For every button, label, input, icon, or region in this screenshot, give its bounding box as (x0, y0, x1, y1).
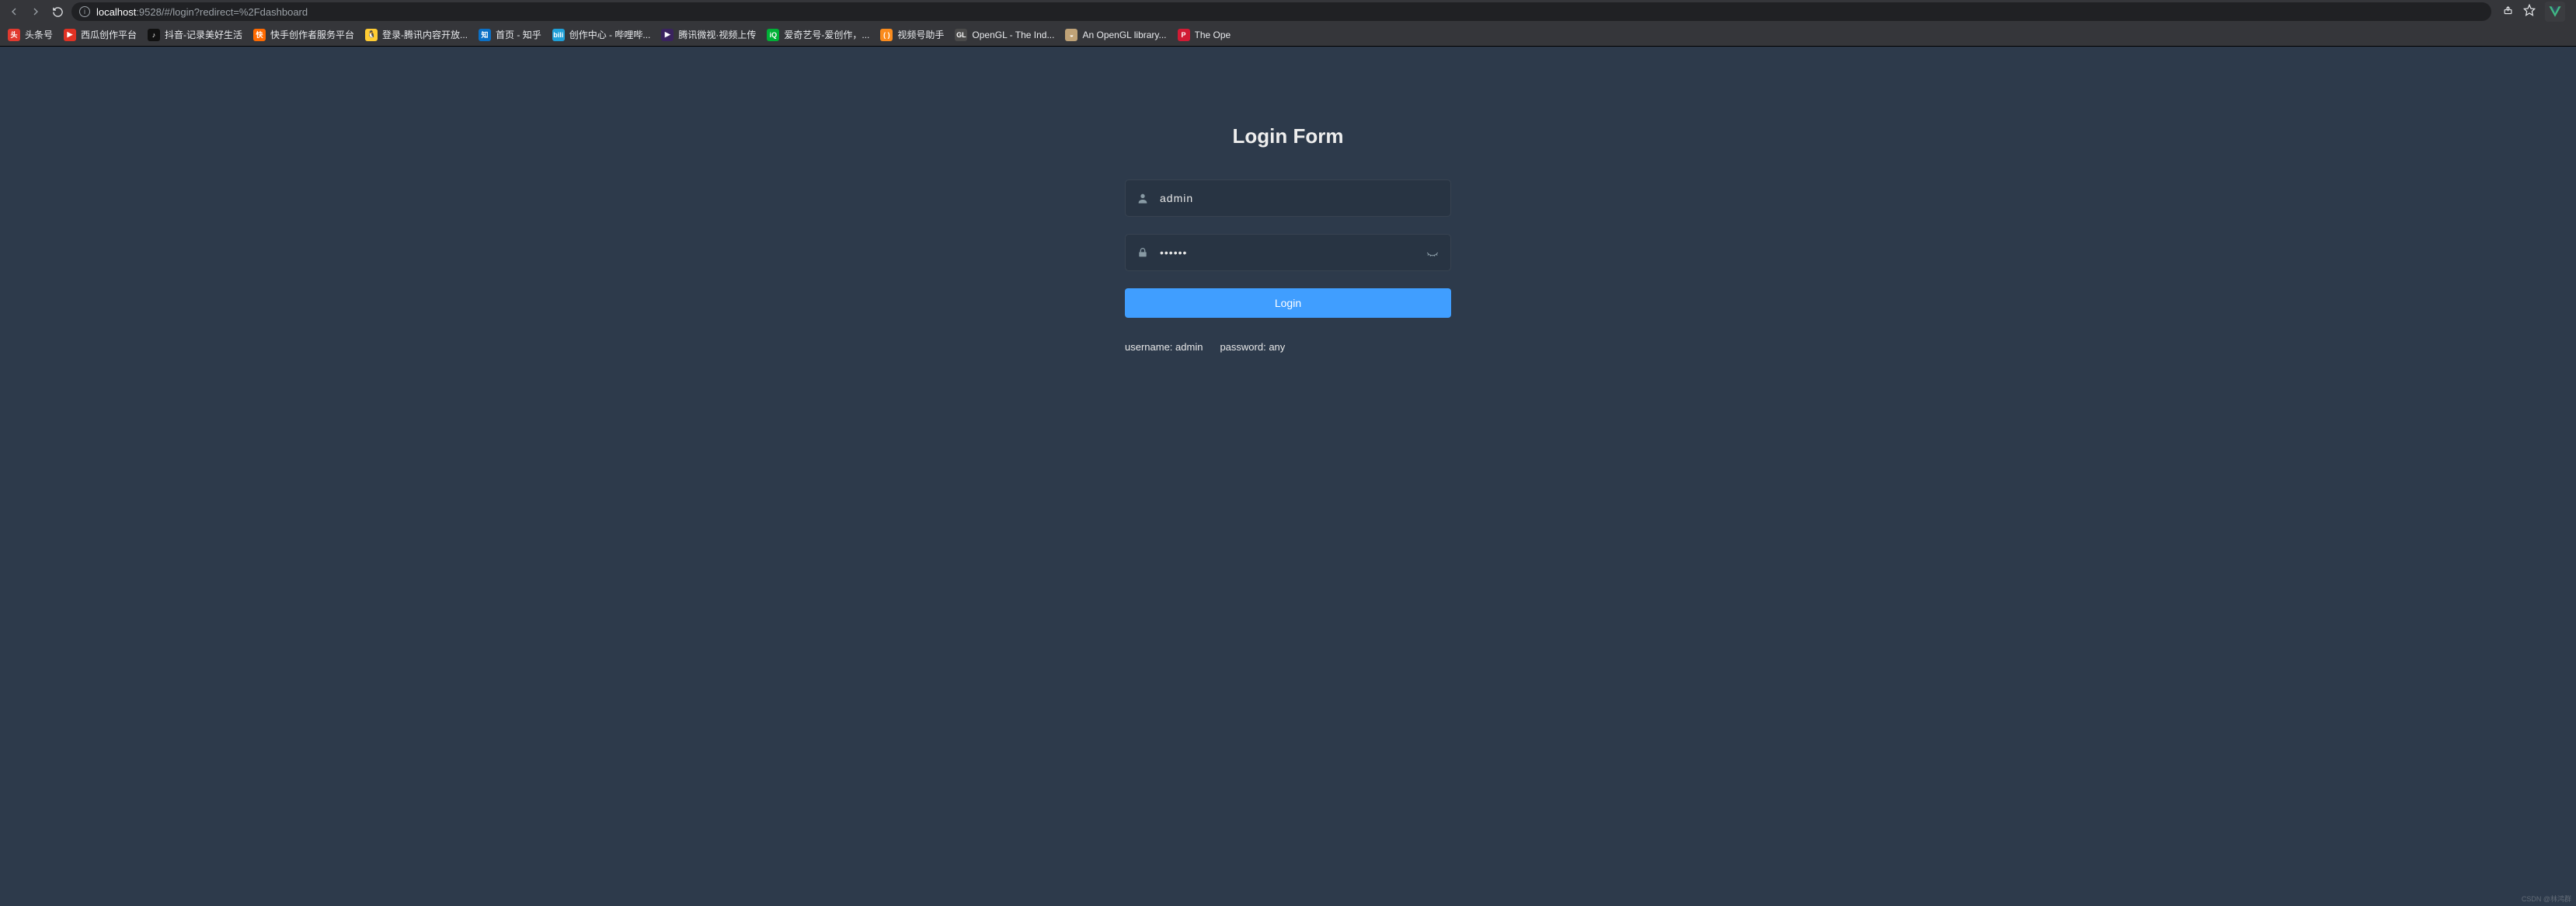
browser-chrome: i localhost:9528/#/login?redirect=%2Fdas… (0, 0, 2576, 47)
bookmark-label: 爱奇艺号-爱创作，... (784, 28, 869, 41)
bookmark-label: The Ope (1195, 30, 1231, 40)
login-form: Login Form Login username: admin passwor… (1125, 47, 1451, 353)
bookmark-item[interactable]: P The Ope (1178, 29, 1231, 41)
bookmark-label: 头条号 (25, 28, 53, 41)
bookmark-label: 腾讯微视·视频上传 (678, 28, 756, 41)
page-content: Login Form Login username: admin passwor… (0, 47, 2576, 906)
bookmark-favicon: ( ) (880, 29, 893, 41)
eye-closed-icon[interactable] (1426, 246, 1439, 260)
back-button[interactable] (6, 4, 22, 19)
browser-toolbar: i localhost:9528/#/login?redirect=%2Fdas… (0, 0, 2576, 23)
bookmark-star-icon[interactable] (2523, 4, 2536, 20)
toolbar-right (2498, 2, 2570, 22)
bookmark-label: 快手创作者服务平台 (270, 28, 354, 41)
bookmark-item[interactable]: ( ) 视频号助手 (880, 28, 944, 41)
page-title: Login Form (1125, 124, 1451, 148)
bookmark-item[interactable]: 快快手创作者服务平台 (253, 28, 354, 41)
bookmark-label: 西瓜创作平台 (81, 28, 137, 41)
bookmark-label: 登录-腾讯内容开放... (382, 28, 468, 41)
bookmark-favicon: 🐧 (365, 29, 378, 41)
bookmark-label: 首页 - 知乎 (496, 28, 541, 41)
bookmark-item[interactable]: GL OpenGL - The Ind... (955, 29, 1054, 41)
login-button[interactable]: Login (1125, 288, 1451, 318)
bookmark-label: 创作中心 - 哔哩哔... (569, 28, 651, 41)
bookmark-item[interactable]: 头头条号 (8, 28, 53, 41)
bookmark-label: OpenGL - The Ind... (972, 30, 1054, 40)
password-input[interactable] (1160, 246, 1415, 259)
login-tips: username: admin password: any (1125, 341, 1451, 353)
lock-icon (1137, 246, 1149, 259)
bookmark-favicon: 知 (479, 29, 491, 41)
bookmark-item[interactable]: iQ 爱奇艺号-爱创作，... (767, 28, 869, 41)
bookmark-favicon: bili (552, 29, 565, 41)
bookmark-label: An OpenGL library... (1082, 30, 1166, 40)
site-info-icon[interactable]: i (79, 6, 90, 17)
url-rest: :9528/#/login?redirect=%2Fdashboard (136, 6, 308, 18)
bookmark-favicon: ▶ (64, 29, 76, 41)
url-text: localhost:9528/#/login?redirect=%2Fdashb… (96, 6, 308, 18)
bookmark-label: 抖音-记录美好生活 (165, 28, 242, 41)
tip-username: username: admin (1125, 341, 1203, 353)
share-icon[interactable] (2502, 4, 2514, 19)
username-input[interactable] (1160, 192, 1439, 204)
bookmark-favicon: ♪ (148, 29, 160, 41)
bookmark-favicon: 头 (8, 29, 20, 41)
bookmark-favicon: ◒ (1065, 29, 1077, 41)
bookmark-label: 视频号助手 (897, 28, 944, 41)
bookmark-favicon: ▶ (661, 29, 674, 41)
bookmark-favicon: 快 (253, 29, 266, 41)
vue-extension-icon[interactable] (2545, 2, 2565, 22)
bookmark-favicon: GL (955, 29, 967, 41)
url-host: localhost (96, 6, 136, 18)
bookmark-item[interactable]: 知首页 - 知乎 (479, 28, 541, 41)
bookmark-item[interactable]: 🐧 登录-腾讯内容开放... (365, 28, 468, 41)
bookmark-item[interactable]: bili 创作中心 - 哔哩哔... (552, 28, 651, 41)
password-field-wrap (1125, 234, 1451, 271)
bookmark-favicon: iQ (767, 29, 779, 41)
tip-password: password: any (1220, 341, 1285, 353)
bookmark-item[interactable]: ▶ 腾讯微视·视频上传 (661, 28, 756, 41)
bookmarks-bar: 头头条号 ▶ 西瓜创作平台 ♪ 抖音-记录美好生活快快手创作者服务平台 🐧 登录-腾讯内容开… (0, 23, 2576, 47)
bookmark-item[interactable]: ◒ An OpenGL library... (1065, 29, 1166, 41)
bookmark-item[interactable]: ▶ 西瓜创作平台 (64, 28, 137, 41)
username-field-wrap (1125, 179, 1451, 217)
url-bar[interactable]: i localhost:9528/#/login?redirect=%2Fdas… (71, 2, 2491, 21)
reload-button[interactable] (50, 4, 65, 19)
watermark: CSDN @林鸿群 (2522, 894, 2571, 904)
bookmark-favicon: P (1178, 29, 1190, 41)
user-icon (1137, 192, 1149, 204)
bookmark-item[interactable]: ♪ 抖音-记录美好生活 (148, 28, 242, 41)
forward-button (28, 4, 44, 19)
